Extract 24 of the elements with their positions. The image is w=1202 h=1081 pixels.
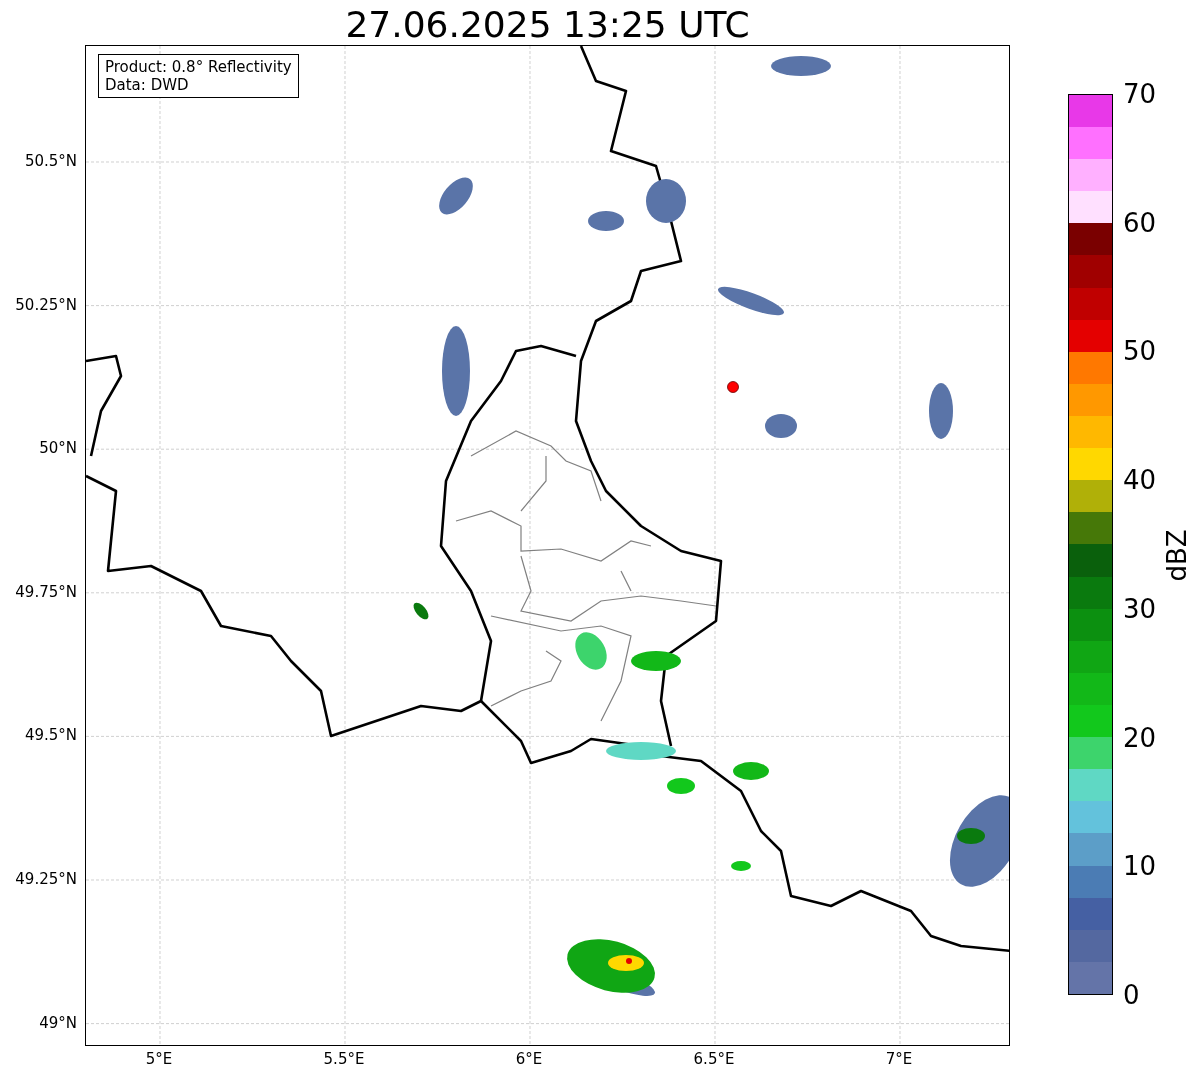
colorbar-tick-label: 70 <box>1123 81 1157 107</box>
info-text: Product: 0.8° Reflectivity <box>105 58 292 76</box>
colorbar-tick-label: 30 <box>1123 595 1157 622</box>
latitude-label: 50.25°N <box>15 297 77 313</box>
colorbar-tick-label: 10 <box>1123 853 1157 880</box>
latitude-label: 49°N <box>39 1015 77 1031</box>
longitude-label: 5.5°E <box>323 1052 365 1067</box>
colorbar-label: dBZ <box>1160 528 1193 582</box>
latitude-label: 49.75°N <box>15 584 77 600</box>
colorbar-tick-label: 20 <box>1123 724 1157 751</box>
colorbar-tick-label: 50 <box>1123 338 1157 365</box>
colorbar-tick-label: 40 <box>1123 467 1157 494</box>
longitude-label: 7°E <box>885 1052 913 1067</box>
latitude-label: 49.5°N <box>24 727 77 743</box>
longitude-label: 6.5°E <box>693 1052 735 1067</box>
colorbar-tick-label: 60 <box>1123 209 1157 236</box>
chart-title: 27.06.2025 13:25 UTC <box>345 7 750 45</box>
info-text: Data: DWD <box>105 76 190 94</box>
latitude-label: 50.5°N <box>24 153 77 169</box>
longitude-label: 6°E <box>515 1052 543 1067</box>
latitude-label: 50°N <box>39 440 77 456</box>
latitude-label: 49.25°N <box>15 871 77 887</box>
colorbar-tick-label: 0 <box>1123 982 1140 1008</box>
longitude-label: 5°E <box>145 1052 173 1067</box>
